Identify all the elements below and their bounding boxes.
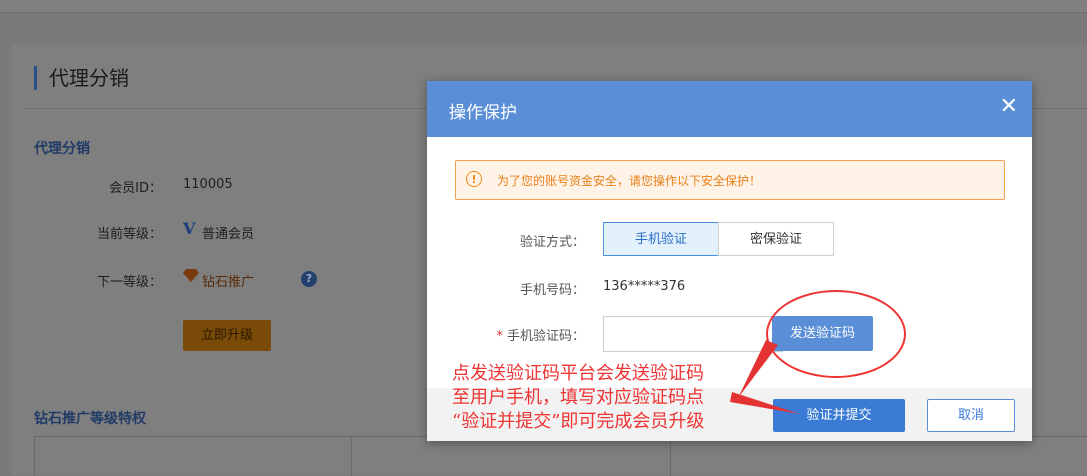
member-id-value: 110005: [183, 177, 233, 192]
annotation-line: 点发送验证码平台会发送验证码: [452, 363, 704, 384]
upgrade-now-button[interactable]: 立即升级: [183, 320, 271, 351]
notice-text: 为了您的账号资金安全，请您操作以下安全保护！: [497, 174, 762, 188]
annotation-text: 点发送验证码平台会发送验证码 至用户手机，填写对应验证码点 “验证并提交”即可完…: [452, 362, 742, 434]
annotation-line: 至用户手机，填写对应验证码点: [452, 387, 704, 408]
cancel-button[interactable]: 取消: [927, 399, 1015, 432]
annotation-line: “验证并提交”即可完成会员升级: [452, 411, 705, 432]
section-title: 代理分销: [34, 66, 129, 90]
security-notice: ! 为了您的账号资金安全，请您操作以下安全保护！: [455, 160, 1005, 200]
modal-title: 操作保护: [449, 103, 517, 123]
close-icon[interactable]: ✕: [1000, 95, 1018, 119]
phone-verify-tab[interactable]: 手机验证: [603, 222, 719, 256]
verify-submit-button[interactable]: 验证并提交: [773, 399, 905, 432]
phone-number-value: 136*****376: [603, 279, 686, 294]
vip-v-icon: V: [183, 219, 196, 238]
verification-code-input[interactable]: [603, 316, 783, 352]
subsection-heading: 代理分销: [34, 141, 90, 157]
diamond-icon: [183, 268, 199, 286]
top-bar: [0, 0, 1087, 13]
table-divider: [351, 437, 352, 476]
code-label: * 手机验证码：: [445, 325, 585, 344]
table-divider: [670, 437, 671, 476]
code-label-text: 手机验证码：: [506, 329, 585, 344]
required-mark: *: [496, 329, 503, 344]
member-id-label: 会员ID：: [109, 181, 162, 196]
benefits-heading: 钻石推广等级特权: [34, 411, 146, 427]
phone-number-label: 手机号码：: [519, 283, 585, 298]
modal-header: 操作保护 ✕: [427, 81, 1032, 137]
current-level-label: 当前等级：: [96, 227, 162, 242]
send-code-button[interactable]: 发送验证码: [772, 316, 873, 351]
help-icon[interactable]: ?: [301, 271, 317, 287]
verify-method-label: 验证方式：: [519, 235, 585, 250]
info-icon: !: [466, 171, 482, 187]
next-level-label: 下一等级：: [96, 275, 162, 290]
security-question-verify-tab[interactable]: 密保验证: [718, 222, 834, 256]
current-level-value: 普通会员: [202, 227, 255, 242]
table-divider: [34, 437, 35, 476]
next-level-value: 钻石推广: [202, 275, 255, 290]
benefits-table: [34, 436, 1087, 476]
